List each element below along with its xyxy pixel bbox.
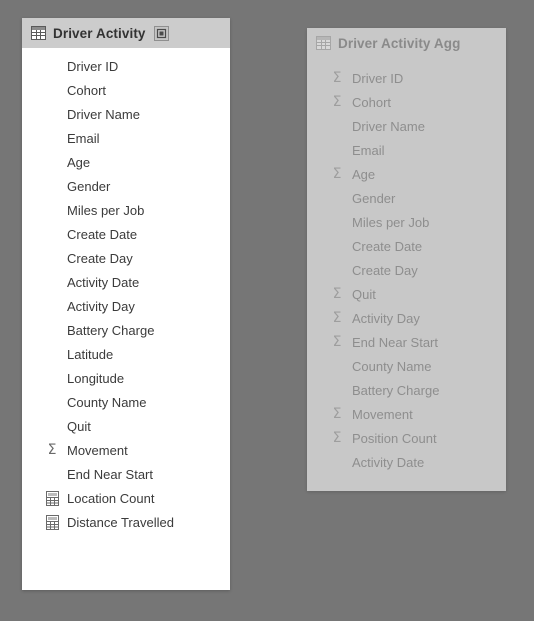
panel-header-primary[interactable]: Driver Activity (22, 18, 230, 48)
field-label: Driver Name (352, 118, 425, 134)
field-row[interactable]: Σ Position Count (307, 426, 506, 450)
field-label: Gender (352, 190, 396, 206)
field-row[interactable]: Email (22, 126, 230, 150)
field-row[interactable]: Create Day (22, 246, 230, 270)
fields-pane-driver-activity[interactable]: Driver Activity Driver ID Cohort Driver Na… (22, 18, 230, 590)
field-row[interactable]: Battery Charge (22, 318, 230, 342)
sigma-icon: Σ (332, 406, 342, 422)
field-label: Battery Charge (352, 382, 440, 398)
sigma-icon: Σ (332, 166, 342, 182)
field-row[interactable]: Activity Date (307, 450, 506, 474)
field-label: Activity Day (67, 298, 135, 314)
field-row[interactable]: Latitude (22, 342, 230, 366)
field-label: Gender (67, 178, 111, 194)
field-row[interactable]: Distance Travelled (22, 510, 230, 534)
field-label: Longitude (67, 370, 125, 386)
field-row[interactable]: Cohort (22, 78, 230, 102)
table-icon (31, 26, 46, 40)
calculator-icon (44, 514, 60, 530)
field-row[interactable]: Miles per Job (22, 198, 230, 222)
focus-mode-icon[interactable] (153, 25, 169, 41)
field-label: End Near Start (352, 334, 438, 350)
field-label: Activity Date (352, 454, 425, 470)
field-list-primary[interactable]: Driver ID Cohort Driver Name Email Age Gender… (22, 48, 230, 534)
field-label: Cohort (352, 94, 392, 110)
sigma-icon: Σ (47, 442, 57, 458)
field-label: Latitude (67, 346, 114, 362)
sigma-icon: Σ (332, 286, 342, 302)
field-label: End Near Start (67, 466, 153, 482)
field-row[interactable]: Σ Age (307, 162, 506, 186)
field-label: Miles per Job (67, 202, 145, 218)
field-row[interactable]: Create Day (307, 258, 506, 282)
field-row[interactable]: Create Date (22, 222, 230, 246)
field-label: Quit (352, 286, 376, 302)
sigma-icon: Σ (332, 70, 342, 86)
field-row[interactable]: Age (22, 150, 230, 174)
field-label: Activity Day (352, 310, 420, 326)
field-label: Age (67, 154, 91, 170)
field-row[interactable]: Create Date (307, 234, 506, 258)
field-label: Activity Date (67, 274, 140, 290)
field-label: Quit (67, 418, 91, 434)
field-label: Location Count (67, 490, 155, 506)
field-row[interactable]: Σ Driver ID (307, 66, 506, 90)
field-label: Battery Charge (67, 322, 155, 338)
field-row[interactable]: Location Count (22, 486, 230, 510)
table-icon (316, 36, 331, 50)
field-row[interactable]: Battery Charge (307, 378, 506, 402)
field-label: Cohort (67, 82, 107, 98)
field-label: Movement (352, 406, 413, 422)
screenshot-root: { "canvas": { "background_color": "#7676… (0, 0, 534, 621)
panel-title-secondary: Driver Activity Agg (338, 35, 461, 51)
field-label: Movement (67, 442, 128, 458)
field-list-secondary[interactable]: Σ Driver ID Σ Cohort Driver Name Email Σ Age Gen… (307, 58, 506, 474)
sigma-icon: Σ (332, 94, 342, 110)
field-row[interactable]: Quit (22, 414, 230, 438)
field-row[interactable]: Miles per Job (307, 210, 506, 234)
field-row[interactable]: County Name (22, 390, 230, 414)
sigma-icon: Σ (332, 334, 342, 350)
field-row[interactable]: Σ Quit (307, 282, 506, 306)
field-row[interactable]: Email (307, 138, 506, 162)
field-label: Driver Name (67, 106, 140, 122)
field-row[interactable]: Σ Movement (22, 438, 230, 462)
field-row[interactable]: End Near Start (22, 462, 230, 486)
field-label: Position Count (352, 430, 437, 446)
field-label: Create Day (352, 262, 418, 278)
sigma-icon: Σ (332, 430, 342, 446)
field-label: County Name (67, 394, 147, 410)
field-label: Distance Travelled (67, 514, 174, 530)
field-row[interactable]: Driver Name (22, 102, 230, 126)
field-label: Create Date (67, 226, 138, 242)
field-label: Driver ID (352, 70, 404, 86)
field-row[interactable]: Driver ID (22, 54, 230, 78)
field-label: Email (67, 130, 100, 146)
sigma-icon: Σ (332, 310, 342, 326)
field-row[interactable]: Activity Date (22, 270, 230, 294)
field-label: Create Date (352, 238, 423, 254)
field-row[interactable]: Gender (307, 186, 506, 210)
field-label: County Name (352, 358, 432, 374)
field-row[interactable]: Σ Cohort (307, 90, 506, 114)
fields-pane-driver-activity-agg[interactable]: Driver Activity Agg Σ Driver ID Σ Cohort Dri… (307, 28, 506, 491)
field-row[interactable]: Σ Activity Day (307, 306, 506, 330)
panel-header-secondary[interactable]: Driver Activity Agg (307, 28, 506, 58)
field-label: Create Day (67, 250, 133, 266)
field-row[interactable]: Driver Name (307, 114, 506, 138)
field-row[interactable]: Gender (22, 174, 230, 198)
panel-title-primary: Driver Activity (53, 25, 146, 41)
field-row[interactable]: Σ Movement (307, 402, 506, 426)
field-label: Email (352, 142, 385, 158)
calculator-icon (44, 490, 60, 506)
field-label: Miles per Job (352, 214, 430, 230)
field-row[interactable]: County Name (307, 354, 506, 378)
field-row[interactable]: Σ End Near Start (307, 330, 506, 354)
field-label: Driver ID (67, 58, 119, 74)
field-row[interactable]: Activity Day (22, 294, 230, 318)
field-row[interactable]: Longitude (22, 366, 230, 390)
field-label: Age (352, 166, 376, 182)
